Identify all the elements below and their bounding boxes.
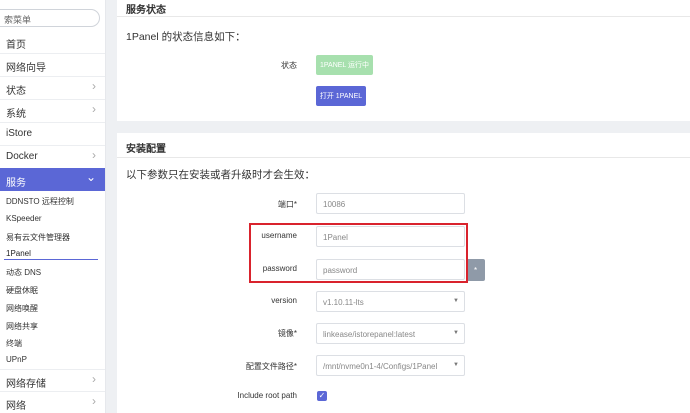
sidebar-item-label: 首页 bbox=[6, 40, 26, 51]
running-status-badge: 1PANEL 运行中 bbox=[316, 55, 373, 75]
sidebar-subitem-network-share[interactable]: 网络共享 bbox=[6, 321, 38, 332]
image-select[interactable]: linkease/istorepanel:latest ▼ bbox=[316, 323, 465, 344]
sidebar-subitem-upnp[interactable]: UPnP bbox=[6, 355, 27, 364]
sidebar-subitem-ddns[interactable]: 动态 DNS bbox=[6, 267, 41, 278]
sidebar-item-label: iStore bbox=[6, 128, 33, 139]
sidebar: 索菜单 首页 网络向导 状态 › 系统 › iStore Docker › 服务… bbox=[0, 0, 106, 413]
image-value: linkease/istorepanel:latest bbox=[323, 330, 416, 339]
sidebar-item-system[interactable]: 系统 › bbox=[0, 99, 105, 122]
service-status-title: 服务状态 bbox=[126, 5, 166, 16]
config-path-label: 配置文件路径* bbox=[245, 362, 297, 371]
chevron-right-icon: › bbox=[92, 372, 96, 386]
highlight-annotation-box bbox=[249, 223, 468, 283]
card-divider bbox=[117, 16, 690, 17]
sidebar-item-network-wizard[interactable]: 网络向导 bbox=[0, 53, 105, 76]
version-value: v1.10.11-lts bbox=[323, 298, 364, 307]
service-status-card: 服务状态 1Panel 的状态信息如下： 状态 1PANEL 运行中 打开 1P… bbox=[117, 0, 690, 121]
sidebar-item-network[interactable]: 网络 › bbox=[0, 391, 105, 413]
sidebar-item-docker[interactable]: Docker › bbox=[0, 145, 105, 168]
config-path-value: /mnt/nvme0n1-4/Configs/1Panel bbox=[323, 362, 438, 371]
dropdown-arrow-icon: ▼ bbox=[453, 362, 459, 368]
sidebar-subitem-kspeeder[interactable]: KSpeeder bbox=[6, 214, 42, 223]
sidebar-item-services[interactable]: 服务 ⌄ bbox=[0, 168, 105, 191]
sidebar-item-istore[interactable]: iStore bbox=[0, 122, 105, 145]
sidebar-item-label: Docker bbox=[6, 151, 38, 162]
install-config-card: 安装配置 以下参数只在安装或者升级时才会生效： 端口* 10086 userna… bbox=[117, 133, 690, 413]
sidebar-subitem-terminal[interactable]: 终端 bbox=[6, 338, 22, 349]
sidebar-item-network-storage[interactable]: 网络存储 › bbox=[0, 369, 105, 392]
sidebar-subitem-wake-on-lan[interactable]: 网络唤醒 bbox=[6, 303, 38, 314]
chevron-right-icon: › bbox=[92, 394, 96, 408]
menu-search-input[interactable]: 索菜单 bbox=[0, 9, 100, 27]
status-label: 状态 bbox=[281, 61, 297, 70]
status-description: 1Panel 的状态信息如下： bbox=[126, 31, 246, 43]
include-root-label: Include root path bbox=[237, 391, 297, 400]
chevron-right-icon: › bbox=[92, 79, 96, 93]
sidebar-item-label: 网络存储 bbox=[6, 379, 46, 390]
sidebar-item-home[interactable]: 首页 bbox=[0, 30, 105, 53]
sidebar-subitem-file-manager[interactable]: 易有云文件管理器 bbox=[6, 232, 70, 243]
chevron-right-icon: › bbox=[92, 102, 96, 116]
sidebar-item-label: 服务 bbox=[6, 178, 26, 189]
sidebar-subitem-1panel[interactable]: 1Panel bbox=[6, 249, 31, 258]
include-root-checkbox[interactable]: ✓ bbox=[317, 391, 327, 401]
card-divider bbox=[117, 157, 690, 158]
dropdown-arrow-icon: ▼ bbox=[453, 298, 459, 304]
image-label: 镜像* bbox=[277, 329, 297, 338]
install-description: 以下参数只在安装或者升级时才会生效： bbox=[126, 169, 315, 181]
sidebar-item-label: 网络向导 bbox=[6, 63, 46, 74]
sidebar-subitem-disk-sleep[interactable]: 硬盘休眠 bbox=[6, 285, 38, 296]
active-subitem-underline bbox=[4, 259, 98, 260]
sidebar-subitem-ddnsto[interactable]: DDNSTO 远程控制 bbox=[6, 196, 74, 207]
config-path-select[interactable]: /mnt/nvme0n1-4/Configs/1Panel ▼ bbox=[316, 355, 465, 376]
password-reveal-button[interactable]: * bbox=[466, 259, 485, 281]
port-label: 端口* bbox=[277, 200, 297, 209]
asterisk-icon: * bbox=[473, 265, 478, 275]
chevron-down-icon: ⌄ bbox=[85, 170, 96, 184]
sidebar-item-label: 网络 bbox=[6, 401, 26, 412]
sidebar-item-label: 状态 bbox=[6, 86, 26, 97]
version-select[interactable]: v1.10.11-lts ▼ bbox=[316, 291, 465, 312]
install-config-title: 安装配置 bbox=[126, 144, 166, 155]
sidebar-item-status[interactable]: 状态 › bbox=[0, 76, 105, 99]
port-input[interactable]: 10086 bbox=[316, 193, 465, 214]
sidebar-item-label: 系统 bbox=[6, 109, 26, 120]
open-1panel-button[interactable]: 打开 1PANEL bbox=[316, 86, 366, 106]
version-label: version bbox=[271, 296, 297, 305]
chevron-right-icon: › bbox=[92, 148, 96, 162]
checkmark-icon: ✓ bbox=[318, 391, 326, 400]
dropdown-arrow-icon: ▼ bbox=[453, 330, 459, 336]
